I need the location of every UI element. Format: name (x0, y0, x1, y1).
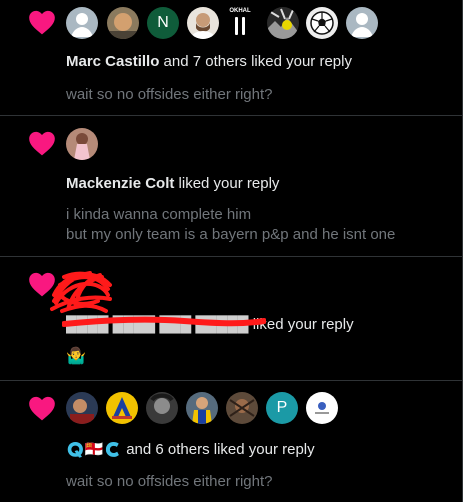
action-text: and 7 others liked your reply (159, 53, 352, 70)
avatar-kabal-logo[interactable]: OKHAL (226, 4, 254, 40)
avatar-mackenzie[interactable] (66, 128, 98, 160)
notification-4[interactable]: P 🇶🇨🇶🇨 and 6 others liked your reply wai… (0, 381, 463, 502)
avatar-bw-photo[interactable] (146, 392, 178, 424)
notification-text: Mackenzie Colt liked your reply (66, 175, 279, 192)
avatar-soccer-ball[interactable] (306, 7, 338, 39)
avatar-grey-default-2[interactable] (346, 7, 378, 39)
heart-icon (29, 131, 55, 156)
avatar-letter-a-logo[interactable] (106, 392, 138, 424)
redacted-avatar-scribble (50, 271, 112, 313)
actor-name[interactable]: 🇶🇨🇶🇨 (66, 441, 122, 458)
action-text: and 6 others liked your reply (122, 441, 315, 458)
avatar-white-logo[interactable] (306, 392, 338, 424)
reply-preview: 🤷‍♂️ (66, 348, 86, 365)
notification-2[interactable]: Mackenzie Colt liked your reply i kinda … (0, 116, 463, 257)
actor-name[interactable]: Marc Castillo (66, 53, 159, 70)
avatar-photo-2[interactable] (226, 392, 258, 424)
action-text: liked your reply (174, 175, 280, 192)
notification-text: Marc Castillo and 7 others liked your re… (66, 53, 352, 70)
reply-preview-line-1: i kinda wanna complete him (66, 206, 252, 223)
heart-icon (29, 272, 55, 297)
actor-name[interactable]: Mackenzie Colt (66, 175, 174, 192)
svg-text:OKHAL: OKHAL (229, 8, 251, 14)
reply-preview-line-2: but my only team is a bayern p&p and he … (66, 226, 396, 243)
notification-text: 🇶🇨🇶🇨 and 6 others liked your reply (66, 440, 315, 458)
reply-preview: wait so no offsides either right? (66, 86, 273, 103)
notification-text: ████ ████ ███ █████ liked your reply (66, 316, 354, 333)
notification-3[interactable]: ████ ████ ███ █████ liked your reply 🤷‍♂… (0, 257, 463, 381)
heart-icon (29, 10, 55, 35)
avatar-photo-player[interactable] (186, 392, 218, 424)
actor-name-redacted[interactable]: ████ ████ ███ █████ (66, 316, 249, 333)
reply-preview: wait so no offsides either right? (66, 473, 273, 490)
avatar-photo-1[interactable] (66, 392, 98, 424)
avatar-letter-p[interactable]: P (266, 392, 298, 424)
heart-icon (29, 396, 55, 421)
action-text: liked your reply (248, 316, 354, 333)
avatar-letter-n[interactable]: N (147, 7, 179, 39)
avatar-bw-photo-group[interactable] (267, 7, 299, 39)
avatar-grey-default[interactable] (66, 7, 98, 39)
avatar-photo-child[interactable] (107, 7, 139, 39)
avatar-photo-man-beard[interactable] (187, 7, 219, 39)
notification-1[interactable]: N OKHAL Marc Castillo and 7 others liked… (0, 0, 463, 116)
